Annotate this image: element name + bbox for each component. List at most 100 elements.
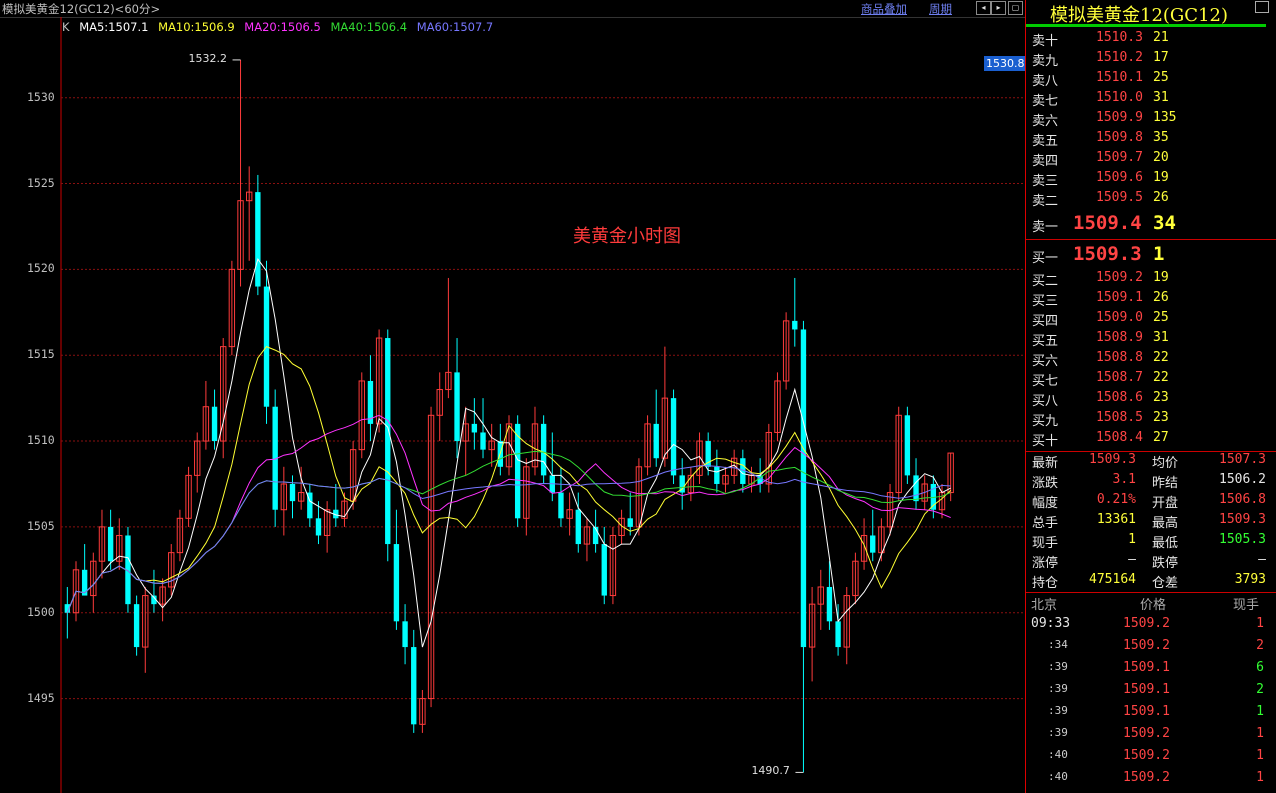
- tick-header-volume: 现手: [1233, 598, 1260, 613]
- overlay-link[interactable]: 商品叠加: [861, 1, 907, 17]
- panel-accent-bar: [1026, 24, 1266, 27]
- tick-header-price: 价格: [1140, 598, 1167, 613]
- ask-row[interactable]: 卖十 1510.3 21: [1026, 30, 1276, 50]
- ask-row[interactable]: 卖四 1509.7 20: [1026, 150, 1276, 170]
- ask-volume: 135: [1153, 110, 1177, 125]
- ask-volume: 17: [1153, 50, 1169, 65]
- tick-row: :39 1509.1 1: [1026, 704, 1276, 724]
- ask-row[interactable]: 卖七 1510.0 31: [1026, 90, 1276, 110]
- quote-label-right: 仓差: [1152, 576, 1179, 591]
- bid-volume: 23: [1153, 410, 1169, 425]
- ask-label: 卖八: [1032, 74, 1059, 89]
- candle-body: [480, 432, 486, 450]
- period-link[interactable]: 周期: [929, 1, 952, 17]
- legend-ma5: MA5:1507.1: [79, 20, 149, 34]
- candle-body: [211, 406, 218, 442]
- quote-label-right: 昨结: [1152, 476, 1179, 491]
- ask-row[interactable]: 卖八 1510.1 25: [1026, 70, 1276, 90]
- bid-row[interactable]: 买二 1509.2 19: [1026, 270, 1276, 290]
- candlestick-chart[interactable]: [0, 17, 1025, 793]
- candle-body: [81, 569, 88, 596]
- ask-price: 1510.3: [1096, 30, 1143, 45]
- candle-body: [835, 621, 841, 648]
- ask-price: 1509.6: [1096, 170, 1143, 185]
- bid-row[interactable]: 买八 1508.6 23: [1026, 390, 1276, 410]
- ask-row[interactable]: 卖六 1509.9 135: [1026, 110, 1276, 130]
- legend-ma60: MA60:1507.7: [416, 20, 494, 34]
- ask-row[interactable]: 卖三 1509.6 19: [1026, 170, 1276, 190]
- tick-time: :39: [1048, 660, 1068, 673]
- tick-row: :39 1509.2 1: [1026, 726, 1276, 746]
- quote-value-right: 1507.3: [1219, 452, 1266, 467]
- y-tick-label: 1520: [27, 261, 55, 276]
- candle-body: [471, 423, 478, 433]
- high-marker-label: 1532.2: [188, 51, 228, 65]
- y-tick-label: 1505: [27, 518, 55, 533]
- candle-body: [575, 509, 581, 545]
- ask-row[interactable]: 卖一 1509.4 34: [1026, 212, 1276, 235]
- ask-price: 1510.1: [1096, 70, 1143, 85]
- candle-body: [393, 544, 400, 622]
- ask-volume: 34: [1153, 212, 1176, 234]
- quote-value: —: [1128, 552, 1136, 567]
- ask-volume: 31: [1153, 90, 1169, 105]
- bid-row[interactable]: 买六 1508.8 22: [1026, 350, 1276, 370]
- candle-body: [385, 338, 391, 545]
- bid-price: 1508.4: [1096, 430, 1143, 445]
- candle-body: [826, 586, 833, 622]
- quote-value-right: 1505.3: [1219, 532, 1266, 547]
- quote-value-right: —: [1258, 552, 1266, 567]
- ask-volume: 21: [1153, 30, 1169, 45]
- ask-volume: 25: [1153, 70, 1169, 85]
- bid-row[interactable]: 买十 1508.4 27: [1026, 430, 1276, 450]
- tick-price: 1509.1: [1123, 682, 1170, 697]
- tick-volume: 2: [1256, 638, 1264, 653]
- bid-row[interactable]: 买三 1509.1 26: [1026, 290, 1276, 310]
- y-tick-label: 1495: [27, 690, 55, 705]
- y-tick-label: 1515: [27, 347, 55, 362]
- quote-label: 持仓: [1032, 576, 1059, 591]
- tick-volume: 1: [1256, 748, 1264, 763]
- bid-row[interactable]: 买一 1509.3 1: [1026, 243, 1276, 266]
- bid-volume: 26: [1153, 290, 1169, 305]
- bid-price: 1508.8: [1096, 350, 1143, 365]
- candle-body: [255, 192, 261, 287]
- maximize-icon[interactable]: ▢: [1008, 1, 1023, 15]
- tick-price: 1509.2: [1123, 748, 1170, 763]
- candle-body: [792, 320, 798, 330]
- quote-row: 最新 1509.3 均价 1507.3: [1026, 452, 1276, 472]
- bid-row[interactable]: 买九 1508.5 23: [1026, 410, 1276, 430]
- ask-row[interactable]: 卖二 1509.5 26: [1026, 190, 1276, 210]
- ask-price: 1509.9: [1096, 110, 1143, 125]
- candle-body: [107, 526, 114, 562]
- tick-row: :34 1509.2 2: [1026, 638, 1276, 658]
- candle-body: [913, 475, 919, 502]
- candle-body: [454, 372, 460, 442]
- tick-time: :39: [1048, 704, 1068, 717]
- quote-label-right: 最高: [1152, 516, 1179, 531]
- quote-value: 475164: [1089, 572, 1136, 587]
- bid-row[interactable]: 买四 1509.0 25: [1026, 310, 1276, 330]
- bid-label: 买五: [1032, 334, 1059, 349]
- ask-row[interactable]: 卖五 1509.8 35: [1026, 130, 1276, 150]
- ask-label: 卖九: [1032, 54, 1059, 69]
- ask-row[interactable]: 卖九 1510.2 17: [1026, 50, 1276, 70]
- bid-row[interactable]: 买七 1508.7 22: [1026, 370, 1276, 390]
- quote-label-right: 跌停: [1152, 556, 1179, 571]
- next-icon[interactable]: ▸: [991, 1, 1006, 15]
- candle-body: [670, 398, 677, 476]
- y-tick-label: 1510: [27, 433, 55, 448]
- quote-value-right: 3793: [1234, 572, 1266, 587]
- bid-label: 买十: [1032, 434, 1059, 449]
- bid-row[interactable]: 买五 1508.9 31: [1026, 330, 1276, 350]
- bid-label: 买三: [1032, 294, 1059, 309]
- quote-label: 最新: [1032, 456, 1059, 471]
- restore-icon[interactable]: [1255, 1, 1269, 13]
- bid-volume: 25: [1153, 310, 1169, 325]
- ask-price: 1509.7: [1096, 150, 1143, 165]
- quote-row: 现手 1 最低 1505.3: [1026, 532, 1276, 552]
- prev-icon[interactable]: ◂: [976, 1, 991, 15]
- quote-value-right: 1509.3: [1219, 512, 1266, 527]
- candle-body: [402, 621, 408, 648]
- ask-label: 卖六: [1032, 114, 1059, 129]
